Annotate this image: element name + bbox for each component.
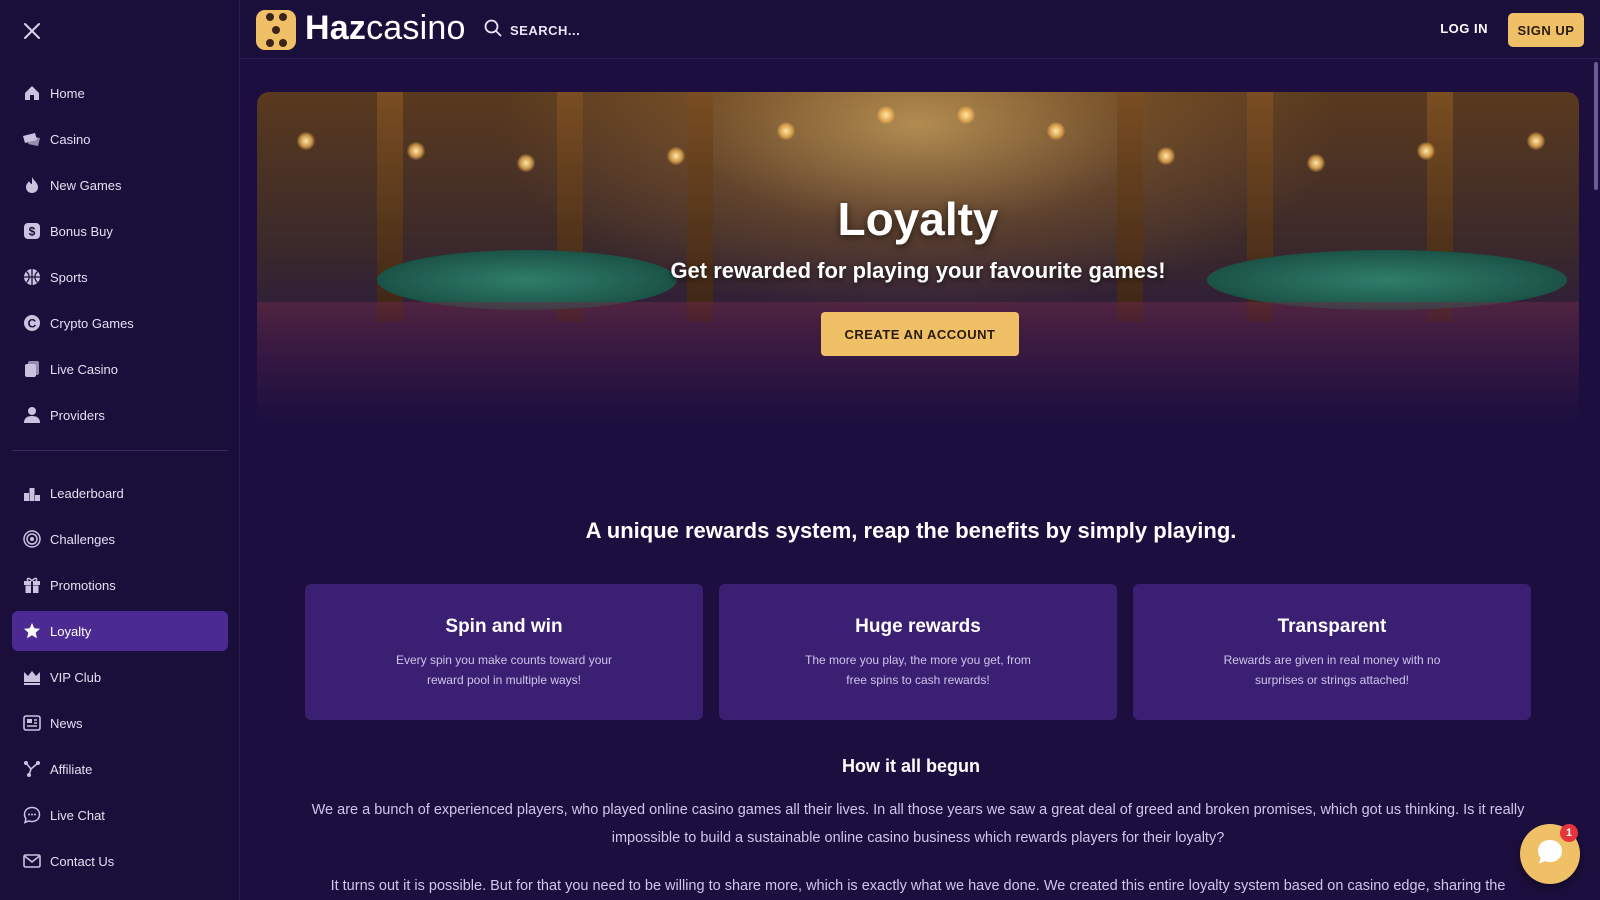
flame-icon	[22, 175, 42, 195]
sidebar-item-label: Leaderboard	[50, 485, 124, 501]
sidebar-item-live-casino[interactable]: Live Casino	[12, 349, 228, 389]
rewards-cards: Spin and win Every spin you make counts …	[305, 584, 1531, 720]
sidebar-item-label: Live Chat	[50, 807, 105, 823]
svg-text:$: $	[29, 225, 36, 239]
sidebar-item-label: Contact Us	[50, 853, 115, 869]
chat-bubble-icon	[22, 805, 42, 825]
sidebar-divider	[12, 450, 228, 451]
affiliate-icon	[22, 759, 42, 779]
sidebar-item-leaderboard[interactable]: Leaderboard	[12, 473, 228, 513]
leaderboard-icon	[22, 483, 42, 503]
reward-card-title: Spin and win	[445, 616, 563, 637]
sidebar-item-promotions[interactable]: Promotions	[12, 565, 228, 605]
providers-icon	[22, 405, 42, 425]
story-heading: How it all begun	[842, 756, 980, 776]
scrollbar[interactable]	[1594, 60, 1600, 900]
sidebar-item-label: Home	[50, 85, 85, 101]
sidebar-item-label: Crypto Games	[50, 315, 134, 331]
svg-text:C: C	[28, 317, 37, 331]
page-title: Loyalty	[837, 193, 999, 245]
sidebar-item-label: Casino	[50, 131, 91, 147]
reward-card-spin-and-win: Spin and win Every spin you make counts …	[305, 584, 703, 720]
sidebar-item-live-chat[interactable]: Live Chat	[12, 795, 228, 835]
scrollbar-thumb[interactable]	[1594, 62, 1598, 190]
main-content: Loyalty Get rewarded for playing your fa…	[241, 60, 1600, 900]
sidebar-item-affiliate[interactable]: Affiliate	[12, 749, 228, 789]
sidebar: Home Casino New Games $ Bonus Buy Sports	[0, 0, 240, 900]
story-paragraph: We are a bunch of experienced players, w…	[311, 802, 1525, 846]
dice-logo-icon[interactable]	[256, 10, 296, 50]
casino-room-illustration	[257, 92, 1579, 422]
target-icon	[22, 529, 42, 549]
sidebar-item-loyalty[interactable]: Loyalty	[12, 611, 228, 651]
sidebar-item-label: Providers	[50, 407, 105, 423]
reward-card-title: Transparent	[1277, 616, 1387, 637]
sidebar-item-label: Bonus Buy	[50, 223, 113, 239]
sidebar-item-home[interactable]: Home	[12, 73, 228, 113]
reward-card-transparent: Transparent Rewards are given in real mo…	[1133, 584, 1531, 720]
reward-card-title: Huge rewards	[855, 616, 981, 637]
create-account-button[interactable]: CREATE AN ACCOUNT	[821, 312, 1019, 356]
sidebar-item-label: New Games	[50, 177, 122, 193]
star-icon	[22, 621, 42, 641]
top-header: Hazcasino SEARCH... LOG IN SIGN UP	[241, 0, 1600, 59]
sidebar-nav: Home Casino New Games $ Bonus Buy Sports	[12, 73, 228, 887]
sidebar-item-label: Affiliate	[50, 761, 93, 777]
sidebar-item-sports[interactable]: Sports	[12, 257, 228, 297]
sidebar-item-vip-club[interactable]: VIP Club	[12, 657, 228, 697]
gift-icon	[22, 575, 42, 595]
live-casino-icon	[22, 359, 42, 379]
casino-icon	[22, 129, 42, 149]
hero-subtitle: Get rewarded for playing your favourite …	[670, 258, 1166, 283]
sidebar-item-label: News	[50, 715, 83, 731]
search-input[interactable]: SEARCH...	[484, 18, 580, 42]
login-button[interactable]: LOG IN	[1440, 21, 1488, 36]
bonus-buy-icon: $	[22, 221, 42, 241]
sports-icon	[22, 267, 42, 287]
sidebar-item-providers[interactable]: Providers	[12, 395, 228, 435]
crypto-icon: C	[22, 313, 42, 333]
sidebar-item-casino[interactable]: Casino	[12, 119, 228, 159]
crown-icon	[22, 667, 42, 687]
hero-banner: Loyalty Get rewarded for playing your fa…	[257, 92, 1579, 422]
reward-card-huge-rewards: Huge rewards The more you play, the more…	[719, 584, 1117, 720]
home-icon	[22, 83, 42, 103]
story-paragraph: It turns out it is possible. But for tha…	[330, 878, 1506, 894]
search-icon	[484, 19, 502, 42]
sidebar-item-label: Loyalty	[50, 623, 92, 639]
reward-card-description: The more you play, the more you get, fro…	[805, 653, 1031, 687]
sidebar-item-challenges[interactable]: Challenges	[12, 519, 228, 559]
sidebar-item-label: Sports	[50, 269, 88, 285]
sidebar-item-label: Live Casino	[50, 361, 118, 377]
sidebar-item-bonus-buy[interactable]: $ Bonus Buy	[12, 211, 228, 251]
sidebar-item-contact-us[interactable]: Contact Us	[12, 841, 228, 881]
reward-card-description: Rewards are given in real money with no …	[1223, 653, 1441, 687]
sidebar-item-label: Challenges	[50, 531, 116, 547]
brand-name-rest: casino	[366, 9, 466, 47]
brand-name-bold: Haz	[305, 9, 367, 47]
news-icon	[22, 713, 42, 733]
reward-card-description: Every spin you make counts toward your r…	[395, 653, 613, 687]
sidebar-item-label: Promotions	[50, 577, 116, 593]
chat-bubble-icon	[1535, 837, 1565, 872]
close-icon[interactable]	[19, 18, 45, 44]
sidebar-item-label: VIP Club	[50, 669, 102, 685]
sidebar-item-news[interactable]: News	[12, 703, 228, 743]
brand-logo-text[interactable]: Hazcasino	[305, 9, 466, 48]
chat-notification-badge: 1	[1560, 824, 1578, 842]
mail-icon	[22, 851, 42, 871]
rewards-heading: A unique rewards system, reap the benefi…	[585, 518, 1237, 543]
signup-button[interactable]: SIGN UP	[1508, 13, 1584, 47]
sidebar-item-crypto-games[interactable]: C Crypto Games	[12, 303, 228, 343]
search-placeholder: SEARCH...	[510, 22, 581, 38]
sidebar-item-new-games[interactable]: New Games	[12, 165, 228, 205]
